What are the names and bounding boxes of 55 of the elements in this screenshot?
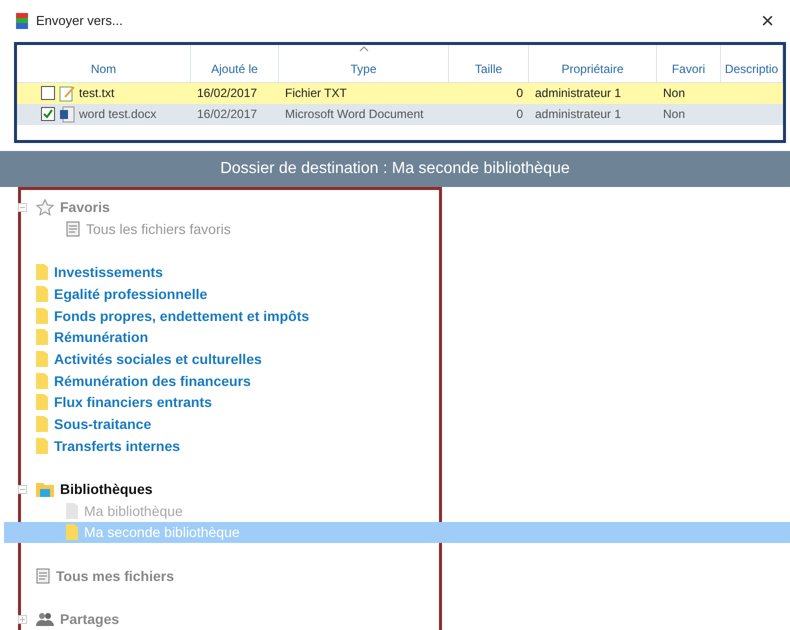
folder-icon [36,438,48,454]
folder-icon [36,394,48,410]
table-cell: Non [657,104,721,125]
tree-item[interactable]: Activités sociales et culturelles [4,348,790,370]
folder-icon [66,502,78,519]
table-cell: Non [657,82,721,104]
table-cell: Fichier TXT [279,82,449,104]
app-icon [16,12,28,29]
tree-item[interactable]: Sous-traitance [4,413,790,435]
folder-icon [36,350,48,367]
table-cell: 16/02/2017 [191,82,279,104]
folder-icon [36,264,48,280]
collapse-icon[interactable] [18,202,27,212]
table-cell: test.txt [17,82,191,104]
folder-icon [66,524,78,540]
table-cell: word test.docx [17,104,191,125]
table-cell [721,82,783,104]
folder-icon [36,416,48,432]
folder-icon [36,372,48,389]
tree-item[interactable]: Transferts internes [4,434,790,456]
tree-item[interactable]: Fonds propres, endettement et impôts [4,304,790,326]
window-title: Envoyer vers... [36,13,124,28]
tree-item[interactable]: Egalité professionnelle [4,283,790,305]
expand-icon[interactable] [18,614,27,624]
tree-item[interactable]: Rémunération des financeurs [4,370,790,392]
tree-item[interactable]: Tous mes fichiers [4,564,790,587]
row-checkbox[interactable] [41,86,55,100]
tree-item[interactable]: Partages [4,608,790,630]
tree-item[interactable]: Bibliothèques [4,478,790,500]
table-cell: administrateur 1 [529,82,657,104]
tree-item[interactable]: Investissements [4,261,790,283]
table-cell: Microsoft Word Document [279,104,449,125]
tree-item[interactable]: Tous les fichiers favoris [4,218,790,240]
destination-bar: Dossier de destination : Ma seconde bibliothèque [0,151,790,188]
table-cell: 0 [449,104,529,125]
folder-icon [36,329,48,346]
folder-icon [36,286,48,302]
close-button[interactable]: × [757,8,778,34]
tree-item[interactable]: Flux financiers entrants [4,391,790,414]
table-cell: administrateur 1 [529,104,657,125]
document-icon [36,568,50,584]
tree-item[interactable]: Favoris [4,196,790,218]
word-file-icon [59,106,75,123]
folder-icon [36,308,48,324]
star-icon [36,198,54,216]
table-cell [721,104,783,125]
table-cell: 16/02/2017 [191,104,279,125]
people-icon [36,611,54,628]
table-cell: 0 [449,82,529,104]
collapse-icon[interactable] [18,484,27,494]
library-folder-icon [36,481,54,498]
tree-item[interactable]: Rémunération [4,326,790,348]
notepad-icon [59,84,75,102]
document-icon [66,220,80,237]
row-checkbox[interactable] [41,107,55,122]
